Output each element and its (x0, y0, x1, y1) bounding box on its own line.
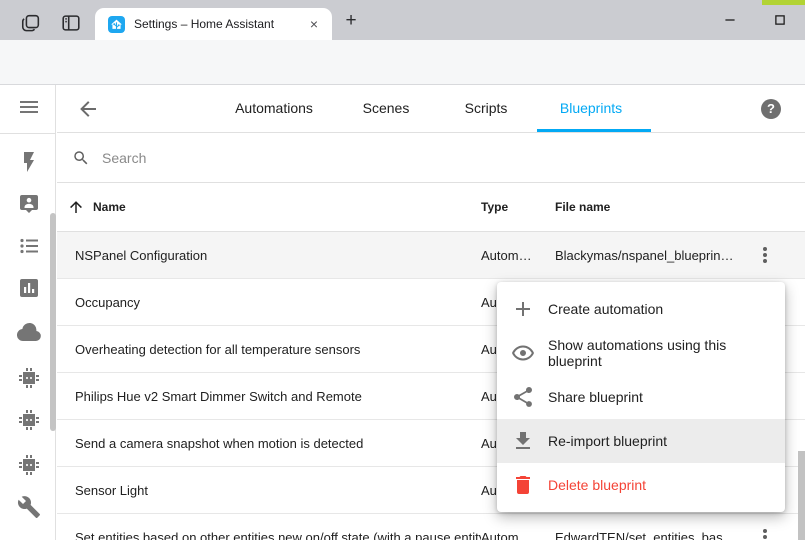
share-icon (511, 385, 535, 409)
screen: Settings – Home Assistant × + Not secure… (0, 0, 805, 540)
row-name: NSPanel Configuration (75, 248, 481, 263)
row-overflow-icon[interactable] (753, 525, 777, 540)
active-tab-underline (537, 129, 651, 132)
window-minimize-icon[interactable] (714, 4, 746, 36)
tab-scripts[interactable]: Scripts (465, 85, 508, 132)
menu-item-reimport-blueprint[interactable]: Re-import blueprint (497, 419, 785, 463)
row-name: Overheating detection for all temperatur… (75, 342, 481, 357)
column-header-name[interactable]: Name (93, 200, 126, 214)
sidebar-menu-icon[interactable] (17, 95, 41, 119)
sidebar-chip-icon-2[interactable] (17, 408, 41, 432)
tab-actions-menu-icon[interactable] (60, 12, 82, 34)
browser-tab-active[interactable]: Settings – Home Assistant × (95, 8, 332, 40)
tab-scenes[interactable]: Scenes (363, 85, 410, 132)
ha-sidebar (0, 85, 56, 540)
ha-back-icon[interactable] (76, 97, 100, 121)
home-assistant-app: Automations Scenes Scripts Blueprints ? (0, 85, 805, 540)
menu-item-create-automation[interactable]: Create automation (497, 287, 785, 331)
workspaces-icon[interactable] (20, 12, 42, 34)
sidebar-energy-icon[interactable] (17, 150, 41, 174)
sidebar-divider (0, 133, 56, 134)
browser-tabstrip: Settings – Home Assistant × + (0, 0, 805, 40)
row-name: Send a camera snapshot when motion is de… (75, 436, 481, 451)
page-scrollbar[interactable] (798, 451, 805, 540)
sidebar-developer-tools-icon[interactable] (17, 495, 41, 519)
close-tab-icon[interactable]: × (306, 17, 322, 31)
search-bar (57, 133, 805, 183)
tab-automations[interactable]: Automations (235, 85, 313, 132)
trash-icon (511, 473, 535, 497)
column-header-type[interactable]: Type (481, 200, 555, 214)
table-header: Name Type File name (57, 183, 805, 232)
home-assistant-favicon (108, 16, 125, 33)
browser-toolbar: Not secure homeassistant.local :8123/... (0, 40, 805, 85)
tab-blueprints[interactable]: Blueprints (560, 85, 622, 132)
menu-item-label: Re-import blueprint (548, 433, 667, 449)
search-input[interactable] (102, 150, 805, 166)
menu-item-show-automations[interactable]: Show automations using this blueprint (497, 331, 785, 375)
sidebar-cloud-icon[interactable] (17, 321, 41, 345)
sidebar-scrollbar[interactable] (50, 213, 56, 431)
sidebar-chip-icon-3[interactable] (17, 453, 41, 477)
menu-item-label: Create automation (548, 301, 663, 317)
row-name: Set entities based on other entities new… (75, 530, 481, 540)
menu-item-label: Delete blueprint (548, 477, 646, 493)
plus-icon (511, 297, 535, 321)
download-icon (511, 429, 535, 453)
menu-item-label: Show automations using this blueprint (548, 337, 771, 369)
row-type: Autom… (481, 530, 555, 540)
row-type: Autom… (481, 248, 555, 263)
row-file: EdwardTEN/set_entities_bas… (555, 530, 745, 540)
table-row[interactable]: NSPanel Configuration Autom… Blackymas/n… (57, 232, 805, 279)
help-icon[interactable]: ? (761, 99, 781, 119)
sidebar-assist-icon[interactable] (17, 192, 41, 216)
search-icon (72, 149, 90, 167)
eye-icon (511, 341, 535, 365)
column-header-file[interactable]: File name (555, 200, 745, 214)
menu-item-delete-blueprint[interactable]: Delete blueprint (497, 463, 785, 507)
row-name: Philips Hue v2 Smart Dimmer Switch and R… (75, 389, 481, 404)
new-tab-icon[interactable]: + (339, 9, 363, 33)
sidebar-history-chart-icon[interactable] (17, 276, 41, 300)
ha-header: Automations Scenes Scripts Blueprints ? (57, 85, 805, 133)
sidebar-todo-list-icon[interactable] (17, 234, 41, 258)
row-file: Blackymas/nspanel_blueprin… (555, 248, 745, 263)
row-name: Occupancy (75, 295, 481, 310)
sidebar-chip-icon-1[interactable] (17, 366, 41, 390)
blueprint-context-menu: Create automation Show automations using… (497, 282, 785, 512)
window-maximize-icon[interactable] (764, 4, 796, 36)
browser-tab-title: Settings – Home Assistant (134, 17, 306, 31)
menu-item-share-blueprint[interactable]: Share blueprint (497, 375, 785, 419)
menu-item-label: Share blueprint (548, 389, 643, 405)
row-overflow-icon[interactable] (753, 243, 777, 267)
row-name: Sensor Light (75, 483, 481, 498)
table-row[interactable]: Set entities based on other entities new… (57, 514, 805, 540)
sort-ascending-icon[interactable] (67, 198, 85, 216)
screen-edge-accent (762, 0, 805, 5)
